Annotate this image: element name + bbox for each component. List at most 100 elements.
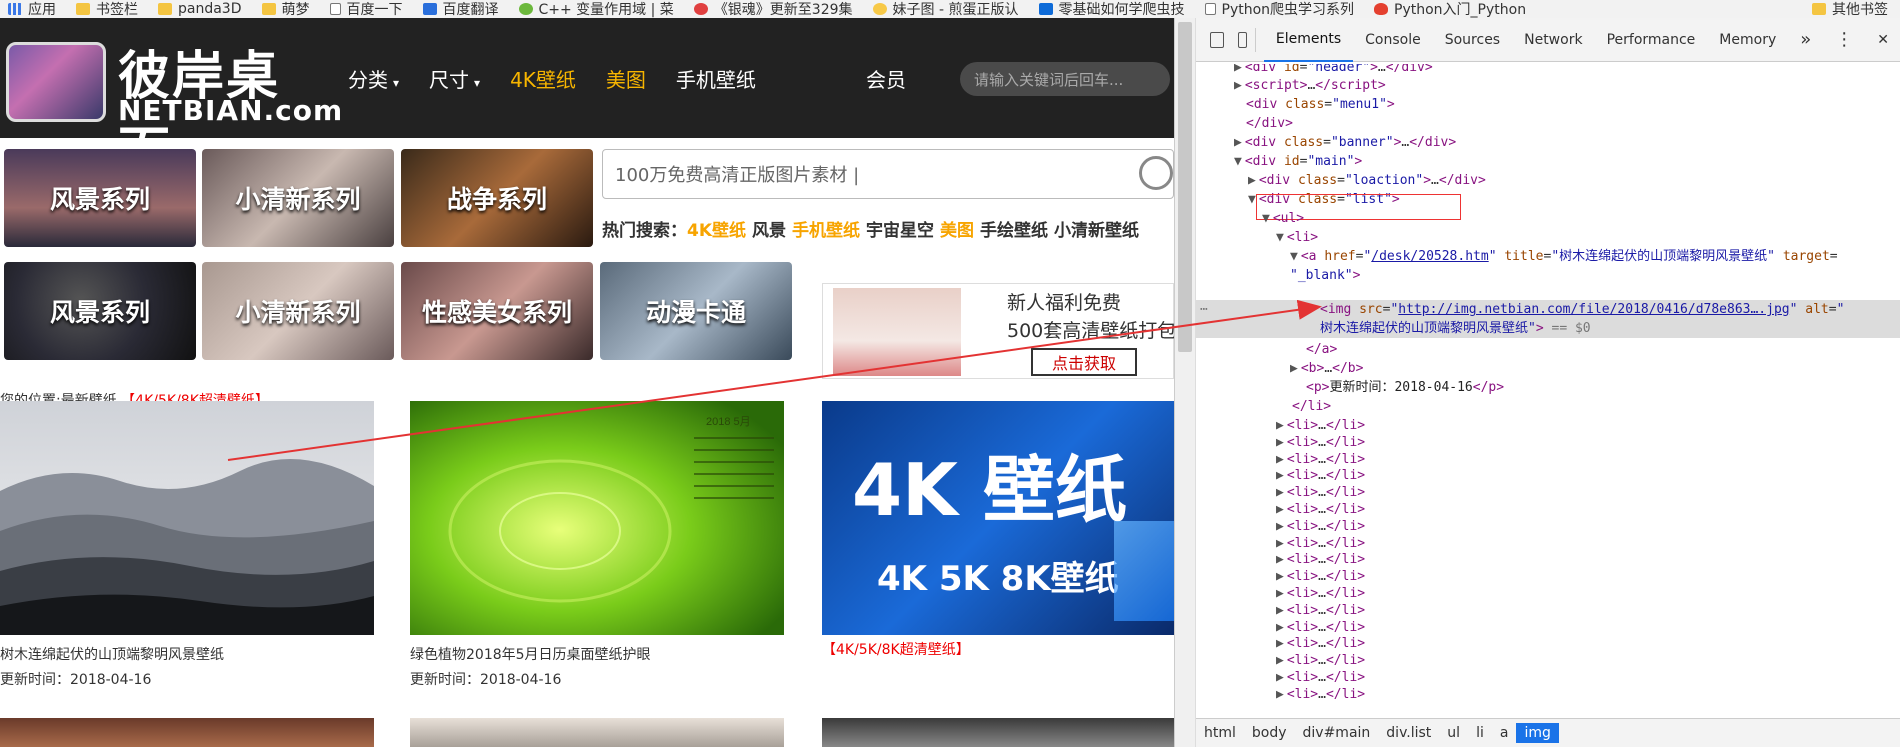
ellipsis: … xyxy=(1318,468,1326,484)
header-search-input[interactable]: 请输入关键词后回车... xyxy=(960,62,1170,96)
hot-search-item[interactable]: 手机壁纸 xyxy=(792,221,860,241)
dom-node-banner[interactable]: ▶ <div class="banner">…</div> xyxy=(1234,133,1456,152)
ellipsis: … xyxy=(1318,451,1326,467)
devtools-panel: Elements Console Sources Network Performance… xyxy=(1174,18,1900,747)
folder-icon xyxy=(158,3,172,15)
category-card-beauty[interactable]: 性感美女系列 xyxy=(401,262,593,360)
nav-label: 分类 xyxy=(348,67,388,92)
logo-image-icon xyxy=(6,42,106,122)
device-toolbar-icon[interactable] xyxy=(1237,31,1248,48)
breadcrumb-crumb[interactable]: li xyxy=(1468,723,1492,743)
breadcrumb-crumb[interactable]: div.list xyxy=(1378,723,1439,743)
wallpaper-tile-mountain[interactable] xyxy=(0,401,374,635)
tile-title[interactable]: 【4K/5K/8K超清壁纸】 xyxy=(822,639,970,659)
category-card-fresh-2[interactable]: 小清新系列 xyxy=(202,262,394,360)
nav-item[interactable]: 手机壁纸 xyxy=(676,64,756,93)
dom-node-li-collapsed[interactable]: ▶ <li>…</li> xyxy=(1276,685,1365,704)
nav-item[interactable]: 美图 xyxy=(606,64,646,93)
hot-search-item[interactable]: 美图 xyxy=(940,221,974,241)
wallpaper-tile-succulent[interactable]: 2018 5月 xyxy=(410,401,784,635)
dom-node-menu1[interactable]: <div class="menu1"> xyxy=(1246,95,1395,114)
more-tabs-icon[interactable]: » xyxy=(1788,18,1823,62)
devtools-tab[interactable]: Performance xyxy=(1595,18,1708,62)
dom-node-b[interactable]: ▶ <b>…</b> xyxy=(1290,359,1363,378)
scrollbar-thumb[interactable] xyxy=(1178,22,1192,352)
category-card-scenery-1[interactable]: 风景系列 xyxy=(4,149,196,247)
wallpaper-row2-partial-1[interactable] xyxy=(0,718,374,747)
page-scrollbar[interactable] xyxy=(1175,18,1196,747)
expand-triangle-icon: ▶ xyxy=(1276,619,1284,635)
bookmark-item[interactable]: Python爬虫学习系列 xyxy=(1197,0,1367,18)
promo-banner[interactable]: 新人福利免费 500套高清壁纸打包 点击获取 xyxy=(822,283,1174,379)
bookmark-label: 书签栏 xyxy=(96,2,138,18)
tile-date: 更新时间：2018-04-16 xyxy=(0,672,152,688)
breadcrumb-crumb[interactable]: a xyxy=(1492,723,1517,743)
dom-node-li[interactable]: ▼ <li> xyxy=(1276,228,1318,247)
calendar-label: 2018 5月 xyxy=(706,416,751,428)
main-search-input[interactable]: 100万免费高清正版图片素材 | xyxy=(602,149,1174,199)
category-card-fresh-1[interactable]: 小清新系列 xyxy=(202,149,394,247)
bookmark-item[interactable]: 应用 xyxy=(0,0,68,18)
bookmark-item[interactable]: 零基础如何学爬虫技 xyxy=(1031,0,1197,18)
bookmark-item[interactable]: 其他书签 xyxy=(1804,0,1900,18)
category-card-scenery-2[interactable]: 风景系列 xyxy=(4,262,196,360)
devtools-tab[interactable]: Console xyxy=(1353,18,1433,62)
hot-search-item[interactable]: 风景 xyxy=(752,221,786,241)
wallpaper-tile-4k[interactable]: 4K 壁纸 4K 5K 8K壁纸 xyxy=(822,401,1174,635)
dom-node-script[interactable]: ▶ <script>…</script> xyxy=(1234,76,1386,95)
breadcrumb-crumb[interactable]: div#main xyxy=(1295,723,1379,743)
wallpaper-row2-partial-3[interactable] xyxy=(822,718,1174,747)
dom-node-img[interactable]: <img src="http://img.netbian.com/file/20… xyxy=(1320,300,1844,319)
hot-search-item[interactable]: 宇宙星空 xyxy=(866,221,934,241)
promo-get-button[interactable]: 点击获取 xyxy=(1031,348,1137,376)
bookmark-label: 萌梦 xyxy=(281,2,310,18)
hot-search-item[interactable]: 手绘壁纸 xyxy=(980,221,1048,241)
bookmark-item[interactable]: 《银魂》更新至329集 xyxy=(686,0,865,18)
category-card-anime[interactable]: 动漫卡通 xyxy=(600,262,792,360)
devtools-tab[interactable]: Elements xyxy=(1263,18,1354,62)
bookmark-label: 《银魂》更新至329集 xyxy=(713,2,853,18)
breadcrumb-crumb[interactable]: html xyxy=(1196,723,1244,743)
devtools-menu-icon[interactable]: ⋮ xyxy=(1823,18,1865,62)
flame-icon xyxy=(1374,3,1389,15)
tile-title[interactable]: 绿色植物2018年5月日历桌面壁纸护眼 xyxy=(410,644,651,664)
tile-title[interactable]: 树木连绵起伏的山顶端黎明风景壁纸 xyxy=(0,644,224,664)
bookmark-item[interactable]: 书签栏 xyxy=(68,0,150,18)
inspect-element-icon[interactable] xyxy=(1210,31,1224,48)
bookmark-item[interactable]: 妹子图 - 煎蛋正版认 xyxy=(865,0,1031,18)
hot-search-item[interactable]: 4K壁纸 xyxy=(687,221,746,241)
devtools-tab[interactable]: Sources xyxy=(1433,18,1512,62)
elements-tree: ▶ <div id="header">…</div> ▶ <script>…</sc… xyxy=(1196,64,1900,714)
chevron-down-icon: ▾ xyxy=(474,75,481,90)
breadcrumb-crumb[interactable]: body xyxy=(1244,723,1295,743)
breadcrumb-crumb[interactable]: ul xyxy=(1439,723,1468,743)
category-card-war[interactable]: 战争系列 xyxy=(401,149,593,247)
breadcrumb-crumb[interactable]: img xyxy=(1516,723,1559,743)
nav-item[interactable]: 分类 ▾ xyxy=(348,64,399,93)
site-logo[interactable]: 彼岸桌面 NETBIAN.com xyxy=(6,30,342,182)
dom-node-a[interactable]: ▼ <a href="/desk/20528.htm" title="树木连绵起伏… xyxy=(1290,247,1838,266)
nav-item[interactable]: 4K壁纸 xyxy=(510,64,576,93)
bookmark-item[interactable]: 百度一下 xyxy=(322,0,415,18)
bookmark-item[interactable]: panda3D xyxy=(150,0,254,18)
dom-node-loaction[interactable]: ▶ <div class="loaction">…</div> xyxy=(1248,171,1486,190)
apps-icon xyxy=(8,3,22,15)
ellipsis: … xyxy=(1318,535,1326,551)
dom-node-dots[interactable]: ⋯ xyxy=(1200,300,1208,319)
dom-node-p[interactable]: <p>更新时间：2018-04-16</p> xyxy=(1306,378,1504,397)
devtools-tab[interactable]: Memory xyxy=(1707,18,1788,62)
hot-search-item[interactable]: 小清新壁纸 xyxy=(1054,221,1139,241)
bookmark-item[interactable]: C++ 变量作用域 | 菜 xyxy=(511,0,686,18)
devtools-tab[interactable]: Network xyxy=(1512,18,1594,62)
nav-item[interactable]: 尺寸 ▾ xyxy=(429,64,480,93)
search-icon[interactable] xyxy=(1139,156,1173,190)
dom-node-ul[interactable]: ▼ <ul> xyxy=(1262,209,1304,228)
bookmark-item[interactable]: 萌梦 xyxy=(254,0,322,18)
nav-member-link[interactable]: 会员 xyxy=(866,18,906,138)
dom-node-main[interactable]: ▼ <div id="main"> xyxy=(1234,152,1362,171)
bookmark-item[interactable]: Python入门_Python xyxy=(1366,0,1538,18)
wallpaper-row2-partial-2[interactable] xyxy=(410,718,784,747)
devtools-close-icon[interactable]: ✕ xyxy=(1865,18,1900,62)
bookmark-item[interactable]: 百度翻译 xyxy=(415,0,511,18)
succulent-image: 2018 5月 xyxy=(410,401,784,635)
